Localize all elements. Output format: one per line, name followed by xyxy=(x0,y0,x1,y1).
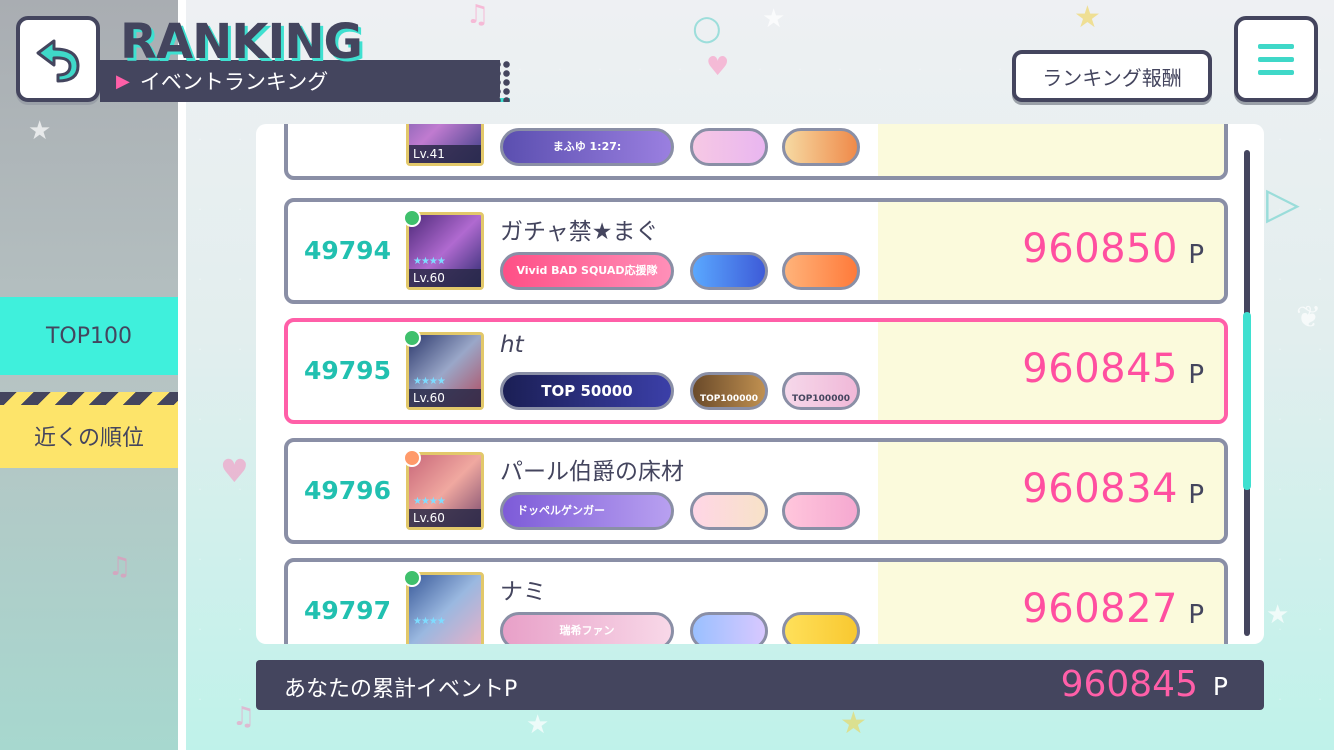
my-total-points-value: 960845 xyxy=(1060,664,1198,705)
points-unit: P xyxy=(1188,360,1204,390)
title-badge: TOP 50000 xyxy=(500,372,674,410)
star-badge-deco-icon: ★ xyxy=(1074,0,1101,35)
honor-badge xyxy=(690,128,768,166)
score-background xyxy=(878,124,1224,176)
leaf-icon xyxy=(403,569,421,587)
left-sidebar xyxy=(0,0,178,750)
ranking-row[interactable]: Lv.41 まふゆ 1:27: xyxy=(284,124,1228,180)
hamburger-menu-icon xyxy=(1258,69,1294,75)
rank-number: 49797 xyxy=(304,596,391,625)
my-total-points-unit: P xyxy=(1212,672,1228,701)
player-level: Lv.41 xyxy=(409,145,481,163)
player-level: Lv.60 xyxy=(409,269,481,287)
honor-badge xyxy=(690,612,768,644)
circle-deco-icon: ○ xyxy=(692,8,722,48)
menu-button[interactable] xyxy=(1234,16,1318,102)
player-avatar: ★★★★ Lv.60 xyxy=(403,329,484,410)
rank-number: 49796 xyxy=(304,476,391,505)
laurel-deco-icon: ❦ xyxy=(1296,300,1322,335)
rarity-stars: ★★★★ xyxy=(413,256,446,267)
ranking-row-self[interactable]: 49795 ★★★★ Lv.60 ht TOP 50000 TOP100000 … xyxy=(284,318,1228,424)
honor-badge xyxy=(782,252,860,290)
hamburger-menu-icon xyxy=(1258,56,1294,62)
ranking-row[interactable]: 49796 ★★★★ Lv.60 パール伯爵の床材 ドッペルゲンガー 96083… xyxy=(284,438,1228,544)
player-level: Lv.60 xyxy=(409,389,481,407)
player-avatar: ★★★★ Lv.60 xyxy=(403,209,484,290)
player-avatar: ★★★★ Lv.60 xyxy=(403,449,484,530)
caution-stripes xyxy=(0,392,178,405)
heart-deco-icon: ♥ xyxy=(220,452,249,490)
star-deco-icon: ★ xyxy=(1266,600,1290,630)
page-subtitle: イベントランキング xyxy=(139,70,329,94)
title-badge: ドッペルゲンガー xyxy=(500,492,674,530)
tab-top100[interactable]: TOP100 xyxy=(0,297,178,375)
heart-icon xyxy=(403,449,421,467)
player-name: ナミ xyxy=(500,579,546,605)
player-avatar: ★★★★ xyxy=(403,569,484,644)
ranking-row[interactable]: 49794 ★★★★ Lv.60 ガチャ禁★まぐ Vivid BAD SQUAD… xyxy=(284,198,1228,304)
player-name: ht xyxy=(500,332,524,358)
honor-badge xyxy=(690,492,768,530)
leaf-icon xyxy=(403,329,421,347)
player-name: ガチャ禁★まぐ xyxy=(500,219,659,245)
star-deco-icon: ★ xyxy=(762,4,786,34)
honor-badge xyxy=(782,128,860,166)
sidebar-divider xyxy=(178,0,186,750)
title-badge: まふゆ 1:27: xyxy=(500,128,674,166)
triangle-deco-icon: ▷ xyxy=(1266,178,1300,229)
event-points: 960850 xyxy=(1022,226,1178,272)
ranking-row[interactable]: 49797 ★★★★ ナミ 瑞希ファン 960827 P xyxy=(284,558,1228,644)
halftone-dots xyxy=(430,60,510,102)
ranking-rewards-button[interactable]: ランキング報酬 xyxy=(1012,50,1212,102)
scrollbar-thumb[interactable] xyxy=(1243,312,1251,490)
note-deco-icon: ♫ xyxy=(108,552,132,582)
honor-badge xyxy=(690,252,768,290)
event-points: 960845 xyxy=(1022,346,1178,392)
rank-number: 49795 xyxy=(304,356,391,385)
honor-badge xyxy=(782,492,860,530)
honor-badge: TOP100000 xyxy=(782,372,860,410)
hamburger-menu-icon xyxy=(1258,43,1294,49)
note-deco-icon: ♫ xyxy=(232,702,256,732)
page-header: ▶ イベントランキング RANKING xyxy=(100,14,520,104)
tab-nearby-rank[interactable]: 近くの順位 xyxy=(0,392,178,468)
rarity-stars: ★★★★ xyxy=(413,376,446,387)
player-avatar: Lv.41 xyxy=(406,124,484,166)
honor-badge: TOP100000 xyxy=(690,372,768,410)
star-deco-icon: ★ xyxy=(526,710,550,740)
rarity-stars: ★★★★ xyxy=(413,616,446,627)
title-badge: Vivid BAD SQUAD応援隊 xyxy=(500,252,674,290)
back-arrow-icon xyxy=(36,39,80,83)
rank-number: 49794 xyxy=(304,236,391,265)
my-total-points-bar: あなたの累計イベントP 960845 P xyxy=(256,660,1264,710)
tab-nearby-label: 近くの順位 xyxy=(33,426,144,451)
play-arrow-icon: ▶ xyxy=(116,70,130,92)
points-unit: P xyxy=(1188,240,1204,270)
leaf-icon xyxy=(403,209,421,227)
player-level: Lv.60 xyxy=(409,509,481,527)
player-name: パール伯爵の床材 xyxy=(500,459,684,485)
title-badge: 瑞希ファン xyxy=(500,612,674,644)
points-unit: P xyxy=(1188,600,1204,630)
page-title: RANKING xyxy=(120,14,363,70)
ranking-list[interactable]: Lv.41 まふゆ 1:27: 49794 ★★★★ Lv.60 ガチャ禁★まぐ… xyxy=(256,124,1264,644)
back-button[interactable] xyxy=(16,16,100,102)
my-total-points-label: あなたの累計イベントP xyxy=(284,677,518,702)
event-points: 960827 xyxy=(1022,586,1178,632)
heart-deco-icon: ♥ xyxy=(706,52,730,82)
rarity-stars: ★★★★ xyxy=(413,496,446,507)
honor-badge xyxy=(782,612,860,644)
star-badge-deco-icon: ★ xyxy=(840,706,867,741)
star-deco-icon: ★ xyxy=(28,116,52,146)
points-unit: P xyxy=(1188,480,1204,510)
event-points: 960834 xyxy=(1022,466,1178,512)
